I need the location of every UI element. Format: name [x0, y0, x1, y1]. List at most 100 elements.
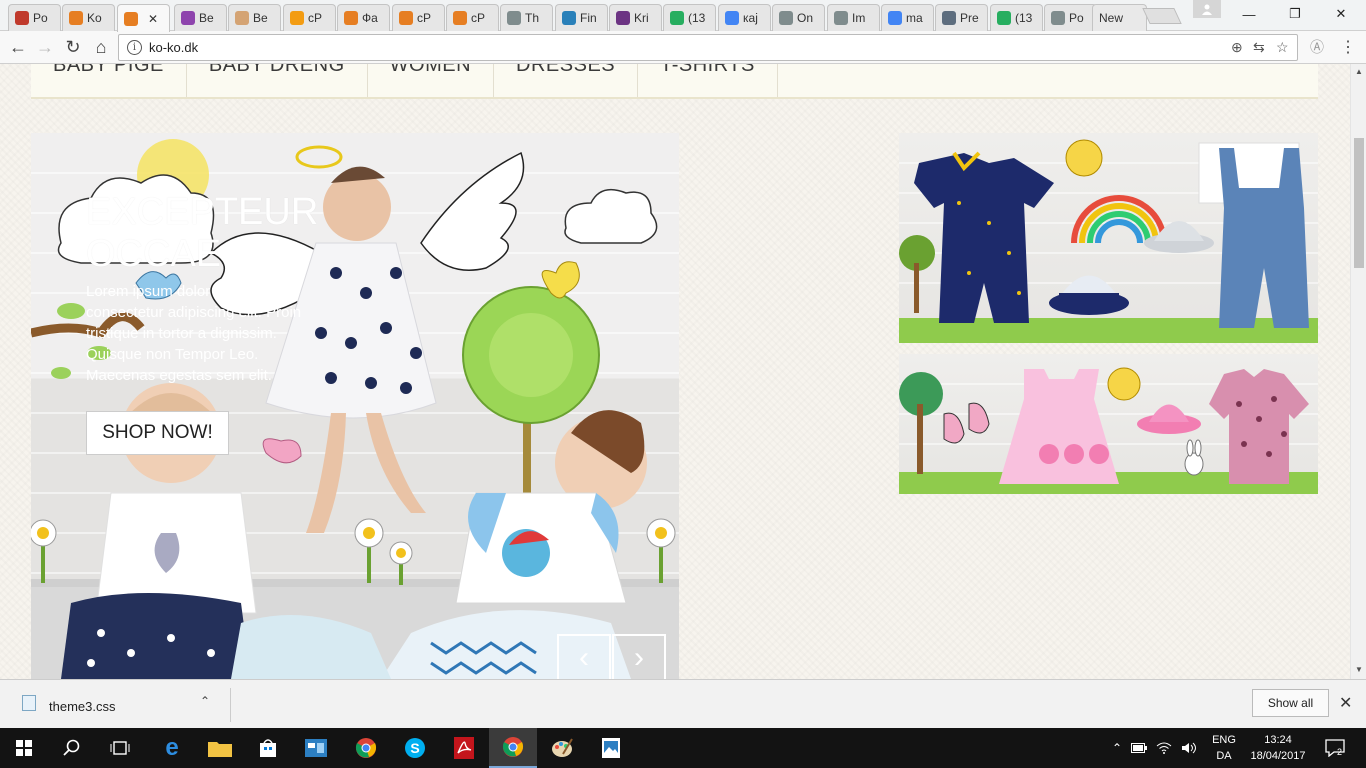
taskbar-skype[interactable]: S — [391, 728, 439, 768]
taskbar-store[interactable] — [244, 728, 292, 768]
tab-label: On — [797, 11, 814, 25]
browser-tab[interactable]: cP — [283, 4, 336, 31]
slider-next-button[interactable]: › — [612, 634, 666, 679]
tab-label: New T — [1099, 11, 1123, 25]
browser-tab[interactable]: Ko — [62, 4, 115, 31]
taskbar-explorer[interactable] — [196, 728, 244, 768]
tab-favicon-icon — [834, 11, 848, 25]
browser-tab[interactable]: кај — [718, 4, 771, 31]
pdf-icon — [454, 737, 474, 759]
tab-favicon-icon — [235, 11, 249, 25]
banner-boys-clothes[interactable] — [899, 133, 1318, 343]
nav-item[interactable]: DRESSES — [494, 64, 639, 97]
browser-tab[interactable]: Фа — [337, 4, 390, 31]
browser-tab[interactable]: Fin — [555, 4, 608, 31]
page-viewport: BABY PIGE BABY DRENG WOMEN DRESSES T-SHIRTS — [0, 64, 1350, 679]
scroll-thumb[interactable] — [1354, 138, 1364, 268]
taskbar-chrome-active[interactable] — [489, 728, 537, 768]
chevron-up-icon[interactable]: ⌃ — [200, 694, 210, 708]
arrow-right-icon: → — [36, 36, 54, 57]
hero-slider[interactable]: EXCEPTEUR OCCAE Lorem ipsum dolor sit am… — [31, 133, 679, 679]
taskbar-chrome[interactable] — [342, 728, 390, 768]
home-button[interactable]: ⌂ — [89, 36, 113, 58]
browser-tab[interactable]: Im — [827, 4, 880, 31]
downloads-bar: theme3.css ⌃ Show all ✕ — [0, 679, 1366, 728]
start-button[interactable] — [0, 728, 48, 768]
tab-favicon-icon — [562, 11, 576, 25]
slide-description: Lorem ipsum dolor sit amet, consectetur … — [86, 283, 302, 384]
slider-prev-button[interactable]: ‹ — [557, 634, 611, 679]
shop-now-button[interactable]: SHOP NOW! — [86, 411, 229, 455]
close-window-button[interactable]: ✕ — [1318, 2, 1364, 26]
minimize-button[interactable]: — — [1226, 2, 1272, 26]
svg-text:S: S — [410, 740, 419, 756]
taskbar-edge[interactable]: e — [148, 728, 196, 768]
scroll-up-icon[interactable]: ▲ — [1355, 67, 1363, 76]
restore-button[interactable]: ❐ — [1272, 2, 1318, 26]
info-icon[interactable]: i — [127, 40, 142, 55]
task-view-button[interactable] — [96, 728, 144, 768]
browser-tab[interactable]: Po — [8, 4, 61, 31]
battery-icon[interactable] — [1131, 743, 1148, 753]
browser-tab[interactable]: Be — [174, 4, 227, 31]
profile-button[interactable] — [1193, 0, 1221, 18]
browser-tab[interactable]: Pre — [935, 4, 988, 31]
address-bar[interactable]: i ko-ko.dk ⊕ ⇆ ☆ — [118, 34, 1298, 61]
extension-icon[interactable]: Ⓐ — [1305, 36, 1329, 58]
browser-tab[interactable]: ma — [881, 4, 934, 31]
browser-tab[interactable]: Kri — [609, 4, 662, 31]
taskbar-paint[interactable] — [538, 728, 586, 768]
browser-tab[interactable]: On — [772, 4, 825, 31]
volume-icon[interactable] — [1181, 742, 1197, 754]
action-center-button[interactable]: 2 — [1323, 737, 1347, 759]
scroll-down-icon[interactable]: ▼ — [1355, 665, 1363, 674]
wifi-icon[interactable] — [1156, 742, 1172, 754]
tab-favicon-icon — [399, 11, 413, 25]
nav-item[interactable]: BABY PIGE — [31, 64, 187, 97]
notification-count: 2 — [1337, 747, 1343, 757]
banner-girls-clothes[interactable] — [899, 354, 1318, 494]
taskbar-photos[interactable] — [587, 728, 635, 768]
browser-tab[interactable]: cP — [446, 4, 499, 31]
nav-item[interactable]: T-SHIRTS — [638, 64, 778, 97]
photos-icon — [602, 738, 620, 758]
tab-favicon-icon — [779, 11, 793, 25]
reload-button[interactable]: ↻ — [61, 36, 85, 58]
taskbar-acrobat[interactable] — [440, 728, 488, 768]
tab-favicon-icon — [888, 11, 902, 25]
tab-close-icon[interactable]: ✕ — [148, 12, 158, 26]
browser-tab[interactable]: cP — [392, 4, 445, 31]
zoom-icon[interactable]: ⊕ — [1231, 39, 1243, 56]
url-text[interactable]: ko-ko.dk — [149, 40, 198, 55]
nav-item[interactable]: BABY DRENG — [187, 64, 368, 97]
search-button[interactable] — [48, 728, 96, 768]
tab-favicon-icon — [15, 11, 29, 25]
new-tab-button[interactable] — [1142, 8, 1182, 24]
page-scrollbar[interactable]: ▲ ▼ — [1350, 64, 1366, 679]
browser-tab[interactable]: New T — [1092, 4, 1147, 31]
browser-tab[interactable]: Th — [500, 4, 553, 31]
nav-item[interactable]: WOMEN — [368, 64, 495, 97]
tab-favicon-icon — [942, 11, 956, 25]
translate-icon[interactable]: ⇆ — [1253, 39, 1265, 56]
tab-favicon-icon — [344, 11, 358, 25]
browser-tab[interactable]: ✕ — [117, 4, 170, 32]
chrome-menu-icon[interactable]: ⋮ — [1336, 36, 1360, 58]
browser-tab[interactable]: (13 — [990, 4, 1043, 31]
taskbar-app[interactable] — [292, 728, 340, 768]
download-filename[interactable]: theme3.css — [49, 699, 115, 714]
forward-button[interactable]: → — [33, 36, 57, 58]
divider — [230, 688, 231, 722]
browser-tab[interactable]: Po — [1044, 4, 1097, 31]
chevron-up-icon[interactable]: ⌃ — [1112, 741, 1122, 755]
close-downloads-icon[interactable]: ✕ — [1339, 693, 1352, 713]
browser-tab[interactable]: Be — [228, 4, 281, 31]
show-all-button[interactable]: Show all — [1252, 689, 1329, 717]
language-indicator[interactable]: ENG DA — [1210, 732, 1238, 764]
browser-tab[interactable]: (13 — [663, 4, 716, 31]
tab-label: Ko — [87, 11, 102, 25]
clock[interactable]: 13:24 18/04/2017 — [1246, 732, 1310, 764]
bookmark-star-icon[interactable]: ☆ — [1276, 39, 1289, 56]
edge-icon: e — [165, 734, 179, 761]
back-button[interactable]: ← — [6, 36, 30, 58]
